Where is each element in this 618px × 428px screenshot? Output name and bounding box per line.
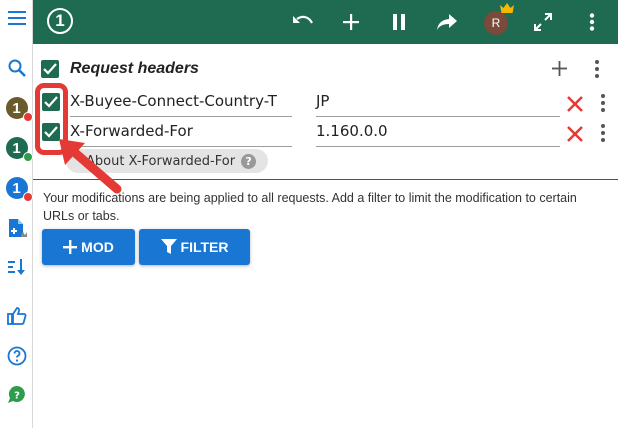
question-circle-icon [7, 346, 26, 366]
status-dot [22, 192, 33, 202]
share-arrow-icon [437, 14, 457, 30]
fullscreen-button[interactable] [529, 8, 557, 36]
rate-button[interactable] [0, 299, 33, 333]
field-underline [316, 146, 560, 147]
sort-icon [7, 259, 25, 275]
share-button[interactable] [433, 8, 461, 36]
section-title: Request headers [70, 60, 199, 77]
menu-button[interactable] [0, 0, 33, 36]
field-underline [70, 116, 292, 117]
profile-number: 1 [12, 139, 21, 157]
hamburger-icon [7, 11, 26, 25]
profile-badge: 1 [5, 177, 33, 202]
crown-icon [500, 3, 514, 13]
field-underline [316, 116, 560, 117]
delete-header-icon[interactable] [565, 124, 585, 144]
file-add-icon [8, 219, 27, 237]
active-check-dot [22, 152, 33, 162]
header-row-menu-button[interactable] [600, 124, 606, 142]
thumbs-up-icon [6, 307, 27, 325]
plus-icon [551, 60, 567, 76]
pause-icon [393, 14, 405, 30]
sort-button[interactable] [0, 250, 33, 284]
profile-3[interactable]: 1 [0, 171, 33, 205]
profile-number: 1 [12, 179, 21, 197]
help-button[interactable] [0, 339, 33, 373]
annotation-arrow [59, 139, 122, 194]
sidebar-rail: 1 1 1 ? [0, 0, 33, 428]
undo-icon [293, 15, 313, 24]
mod-button-label: MOD [81, 239, 114, 255]
profile-number: 1 [12, 99, 21, 117]
expand-icon [534, 13, 552, 31]
profile-2[interactable]: 1 [0, 131, 33, 165]
search-icon [8, 59, 26, 77]
add-filter-button[interactable]: FILTER [139, 229, 250, 265]
profile-1[interactable]: 1 [0, 91, 33, 125]
feedback-button[interactable]: ? [0, 378, 33, 412]
chat-help-icon: ? [7, 385, 25, 403]
more-menu-button[interactable] [578, 8, 606, 36]
info-message: Your modifications are being applied to … [43, 191, 577, 223]
svg-text:?: ? [14, 391, 20, 402]
filter-funnel-icon [160, 239, 177, 254]
kebab-menu-icon [589, 13, 595, 31]
section-menu-button[interactable] [594, 60, 600, 78]
search-button[interactable] [0, 51, 33, 85]
pause-button[interactable] [385, 8, 413, 36]
add-profile-button[interactable] [0, 212, 33, 246]
header-row-menu-button[interactable] [600, 94, 606, 112]
plus-icon [63, 240, 78, 254]
user-avatar[interactable]: R [484, 11, 508, 35]
add-header-button[interactable] [545, 54, 573, 82]
help-icon: ? [241, 153, 257, 169]
undo-button[interactable] [289, 8, 317, 36]
add-button[interactable] [337, 8, 365, 36]
profile-badge: 1 [5, 137, 33, 162]
status-dot [22, 112, 33, 122]
top-toolbar: 1 R [33, 0, 618, 44]
profile-badge: 1 [5, 97, 33, 122]
header-name-field[interactable]: X-Buyee-Connect-Country-T [70, 92, 292, 110]
section-enable-checkbox[interactable] [41, 60, 59, 78]
filter-button-label: FILTER [180, 239, 229, 255]
logo-number: 1 [55, 11, 65, 30]
add-mod-button[interactable]: MOD [42, 229, 135, 265]
checkmark-icon [43, 63, 57, 75]
header-value-field[interactable]: 1.160.0.0 [316, 122, 388, 140]
avatar-initial: R [491, 16, 501, 30]
plus-icon [343, 14, 359, 30]
delete-header-icon[interactable] [565, 94, 585, 114]
app-logo: 1 [47, 8, 73, 34]
header-value-field[interactable]: JP [316, 92, 329, 110]
